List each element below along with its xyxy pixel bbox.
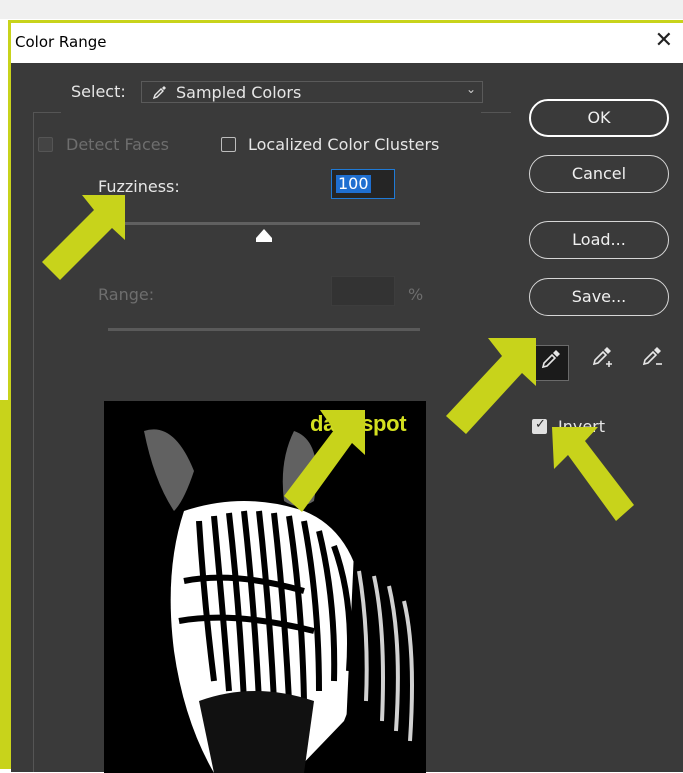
fieldset-border <box>481 112 511 113</box>
detect-faces-label: Detect Faces <box>66 135 169 154</box>
fuzziness-slider-thumb[interactable] <box>256 229 272 238</box>
save-button[interactable]: Save... <box>529 278 669 316</box>
chevron-down-icon: ⌄ <box>465 82 476 96</box>
range-input[interactable] <box>331 276 395 306</box>
color-range-dialog: Color Range ✕ Select: Sampled Colors ⌄ D… <box>8 20 683 773</box>
add-to-sample-tool[interactable] <box>585 345 621 381</box>
ok-button[interactable]: OK <box>529 99 669 137</box>
select-dropdown[interactable]: Sampled Colors ⌄ <box>141 81 483 103</box>
annotation-arrow-invert <box>552 427 634 521</box>
detect-faces-checkbox[interactable] <box>38 137 53 152</box>
background-top <box>0 0 683 19</box>
select-label: Select: <box>71 82 126 101</box>
load-button[interactable]: Load... <box>529 221 669 259</box>
eyedropper-plus-icon <box>592 347 612 367</box>
annotation-arrow-fuzziness <box>42 195 125 280</box>
cancel-button[interactable]: Cancel <box>529 155 669 193</box>
select-value: Sampled Colors <box>176 83 302 102</box>
annotation-arrow-eyedropper <box>446 338 536 434</box>
close-icon[interactable]: ✕ <box>655 29 673 53</box>
range-slider-track[interactable] <box>108 328 420 331</box>
fuzziness-input[interactable]: 100 <box>331 169 395 199</box>
fuzziness-slider-thumb-base <box>256 238 272 242</box>
localized-color-clusters-label: Localized Color Clusters <box>248 135 440 154</box>
fuzziness-value: 100 <box>336 174 371 193</box>
annotation-arrow-dark-spot <box>284 410 365 512</box>
subtract-from-sample-tool[interactable] <box>635 345 671 381</box>
eyedropper-icon <box>152 84 168 104</box>
eyedropper-minus-icon <box>642 347 662 366</box>
localized-color-clusters-checkbox[interactable] <box>221 137 236 152</box>
fuzziness-slider-track[interactable] <box>108 222 420 225</box>
title-bar: Color Range ✕ <box>11 23 683 63</box>
fieldset-border <box>33 112 61 113</box>
dialog-title: Color Range <box>15 33 107 51</box>
range-unit: % <box>408 285 424 304</box>
